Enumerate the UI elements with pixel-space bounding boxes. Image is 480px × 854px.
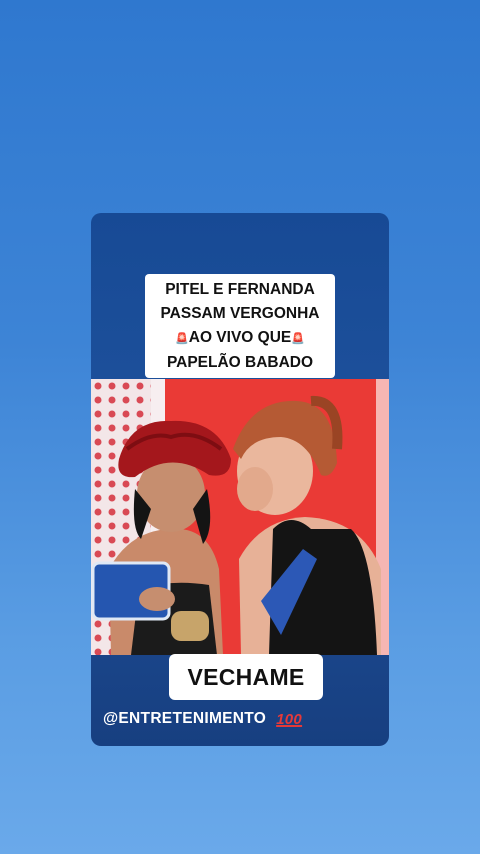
handle-text: @ENTRETENIMENTO <box>103 710 267 727</box>
video-frame[interactable] <box>91 379 389 655</box>
video-scene <box>91 379 389 655</box>
hundred-points-icon: 100 <box>276 710 303 728</box>
siren-icon: 🚨 <box>175 332 189 345</box>
story-card: PITEL E FERNANDA PASSAM VERGONHA 🚨AO VIV… <box>91 213 389 746</box>
headline-line-1: PITEL E FERNANDA <box>165 280 315 298</box>
account-handle[interactable]: @ENTRETENIMENTO 100 <box>103 710 302 728</box>
headline-line-2: PASSAM VERGONHA <box>160 304 320 322</box>
headline-box: PITEL E FERNANDA PASSAM VERGONHA 🚨AO VIV… <box>145 274 335 378</box>
headline-line-4: PAPELÃO BABADO <box>166 353 314 371</box>
siren-icon: 🚨 <box>291 332 305 345</box>
headline-line-3: 🚨AO VIVO QUE🚨 <box>175 326 305 351</box>
headline-line-3-text: AO VIVO QUE <box>188 328 292 346</box>
caption-label: VECHAME <box>169 654 323 700</box>
